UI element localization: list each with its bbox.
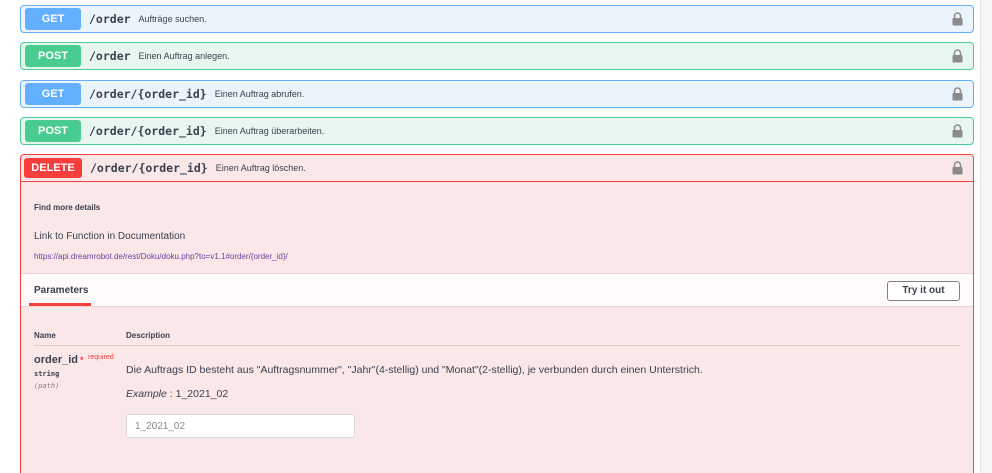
endpoint-path: /order/{order_id} [90,161,208,175]
endpoint-get-order-id[interactable]: GET /order/{order_id} Einen Auftrag abru… [20,80,974,108]
endpoint-summary[interactable]: GET /order Aufträge suchen. [21,6,973,32]
endpoint-path: /order/{order_id} [89,87,207,101]
example-value: 1_2021_02 [175,388,229,400]
tab-parameters[interactable]: Parameters [34,285,88,296]
doc-link-title: Link to Function in Documentation [34,231,186,242]
param-name: order_id * [34,354,84,366]
param-location: (path) [34,382,60,390]
endpoint-post-order-id[interactable]: POST /order/{order_id} Einen Auftrag übe… [20,117,974,145]
required-star: * [80,355,84,365]
method-badge: POST [25,120,81,142]
endpoint-path: /order [89,49,131,63]
endpoint-description: Einen Auftrag anlegen. [138,51,230,61]
lock-icon[interactable] [952,161,963,175]
endpoint-summary[interactable]: POST /order Einen Auftrag anlegen. [21,43,973,69]
lock-icon[interactable] [952,87,963,101]
example-separator: : [166,388,176,400]
order-id-input[interactable] [126,414,355,438]
endpoint-description: Aufträge suchen. [138,14,207,24]
param-type: string [34,370,60,378]
lock-icon[interactable] [952,12,963,26]
scrollbar[interactable] [980,0,992,473]
endpoint-summary[interactable]: DELETE /order/{order_id} Einen Auftrag l… [21,155,973,182]
doc-link[interactable]: https://api.dreamrobot.de/rest/Doku/doku… [34,252,288,261]
parameters-header: Parameters Try it out [21,273,973,307]
param-name-text: order_id [34,354,79,366]
param-example: Example : 1_2021_02 [126,388,228,400]
endpoint-description: Einen Auftrag löschen. [215,163,306,173]
tab-active-indicator [29,303,91,306]
example-label: Example [126,388,167,400]
method-badge: DELETE [24,158,82,178]
param-description: Die Auftrags ID besteht aus "Auftragsnum… [126,364,703,376]
endpoint-path: /order/{order_id} [89,124,207,138]
endpoint-get-order[interactable]: GET /order Aufträge suchen. [20,5,974,33]
method-badge: GET [25,83,81,105]
endpoint-summary[interactable]: GET /order/{order_id} Einen Auftrag abru… [21,81,973,107]
endpoint-post-order[interactable]: POST /order Einen Auftrag anlegen. [20,42,974,70]
endpoint-description: Einen Auftrag überarbeiten. [214,126,325,136]
column-header-name: Name [34,331,56,340]
required-label: required [88,354,114,361]
lock-icon[interactable] [952,49,963,63]
method-badge: GET [25,8,81,30]
find-more-heading: Find more details [34,203,101,212]
endpoint-summary[interactable]: POST /order/{order_id} Einen Auftrag übe… [21,118,973,144]
endpoint-path: /order [89,12,131,26]
lock-icon[interactable] [952,124,963,138]
try-it-out-button[interactable]: Try it out [887,281,960,301]
endpoint-description: Einen Auftrag abrufen. [214,89,305,99]
method-badge: POST [25,45,81,67]
column-divider [34,345,960,346]
endpoint-delete-order-id: DELETE /order/{order_id} Einen Auftrag l… [20,154,974,473]
column-header-description: Description [126,331,171,340]
